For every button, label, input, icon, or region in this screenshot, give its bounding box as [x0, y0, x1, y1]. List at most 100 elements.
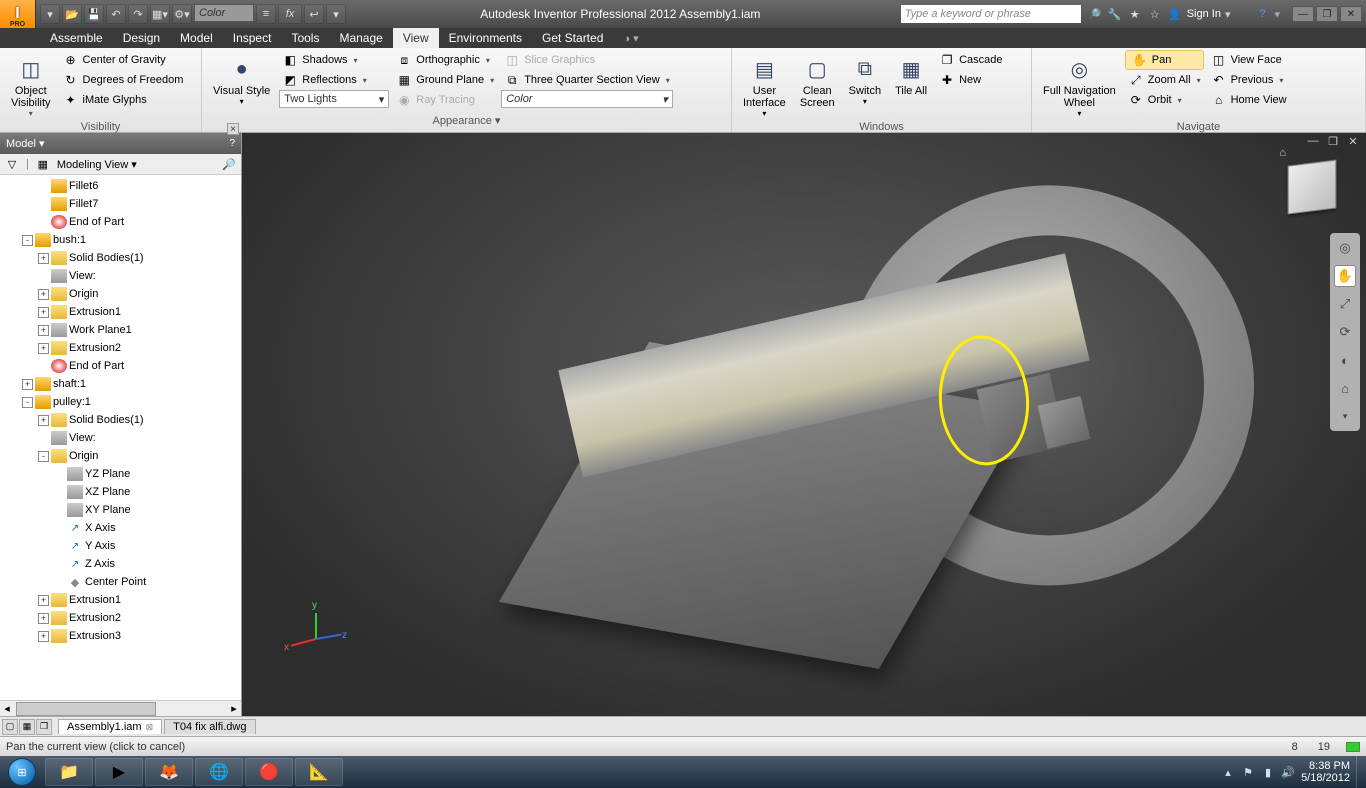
task-inventor[interactable]: 📐 [295, 758, 343, 786]
help-search-input[interactable]: Type a keyword or phrase [901, 5, 1081, 23]
doctab-tool1[interactable]: ▢ [2, 719, 18, 735]
reflections-button[interactable]: ◩Reflections [279, 70, 389, 90]
tree-node[interactable]: ◆Center Point [0, 573, 241, 591]
tree-node[interactable]: +Extrusion3 [0, 627, 241, 645]
tree-expander[interactable]: + [38, 325, 49, 336]
tree-expander[interactable]: + [38, 307, 49, 318]
tree-expander[interactable]: - [22, 235, 33, 246]
tree-expander[interactable]: - [22, 397, 33, 408]
start-button[interactable]: ⊞ [0, 756, 44, 788]
tree-expander[interactable]: + [38, 595, 49, 606]
key-icon[interactable]: 🔧 [1107, 6, 1123, 22]
redo-icon[interactable]: ↷ [128, 4, 148, 24]
clean-screen-button[interactable]: ▢Clean Screen [795, 50, 840, 112]
restore-button[interactable]: ❐ [1316, 6, 1338, 22]
tray-sound-icon[interactable]: 🔊 [1281, 765, 1295, 779]
navbar-lookat-icon[interactable]: ◐ [1334, 349, 1356, 371]
help-dd[interactable]: ▾ [1274, 8, 1280, 21]
object-visibility-button[interactable]: ◫ Object Visibility ▾ [6, 50, 56, 121]
view-representation-icon[interactable]: ▦ [35, 156, 51, 172]
doctab-tool2[interactable]: ▦ [19, 719, 35, 735]
task-app[interactable]: 🔴 [245, 758, 293, 786]
navbar-pan-icon[interactable]: ✋ [1334, 265, 1356, 287]
tab-assemble[interactable]: Assemble [40, 28, 113, 48]
tree-expander[interactable]: + [22, 379, 33, 390]
pan-button[interactable]: ✋Pan [1125, 50, 1204, 70]
tree-node[interactable]: Fillet6 [0, 177, 241, 195]
app-menu-button[interactable]: IPRO [0, 0, 36, 28]
tab-model[interactable]: Model [170, 28, 223, 48]
settings-icon[interactable]: ⚙▾ [172, 4, 192, 24]
signin-dd[interactable]: ▾ [1225, 8, 1231, 21]
tree-node[interactable]: End of Part [0, 357, 241, 375]
tree-expander[interactable]: + [38, 343, 49, 354]
document-tab-inactive[interactable]: T04 fix alfi.dwg [164, 719, 255, 734]
navbar-wheel-icon[interactable]: ◎ [1334, 237, 1356, 259]
tab-manage[interactable]: Manage [329, 28, 392, 48]
shadows-button[interactable]: ◧Shadows [279, 50, 389, 70]
qat-more-icon[interactable]: ▾ [326, 4, 346, 24]
tab-tools[interactable]: Tools [281, 28, 329, 48]
navbar-orbit-icon[interactable]: ⟳ [1334, 321, 1356, 343]
lights-dropdown[interactable]: Two Lights▾ [279, 90, 389, 108]
ground-plane-button[interactable]: ▦Ground Plane [393, 70, 497, 90]
graphics-viewport[interactable]: — ❐ ✕ ⌂ ◎ ✋ ⤢ ⟳ ◐ ⌂ ▾ xyz [242, 133, 1366, 716]
navbar-expand-icon[interactable]: ▾ [1334, 405, 1356, 427]
new-icon[interactable]: ▾ [40, 4, 60, 24]
doctab-tool3[interactable]: ❐ [36, 719, 52, 735]
switch-windows-button[interactable]: ⧉Switch▾ [844, 50, 886, 109]
tab-inspect[interactable]: Inspect [223, 28, 282, 48]
tree-expander[interactable]: + [38, 613, 49, 624]
tree-node[interactable]: XY Plane [0, 501, 241, 519]
view-face-button[interactable]: ◫View Face [1208, 50, 1290, 70]
tree-node[interactable]: +shaft:1 [0, 375, 241, 393]
tree-expander[interactable]: + [38, 415, 49, 426]
minimize-button[interactable]: — [1292, 6, 1314, 22]
open-icon[interactable]: 📂 [62, 4, 82, 24]
tree-node[interactable]: -Origin [0, 447, 241, 465]
tray-flag-icon[interactable]: ⚑ [1241, 765, 1255, 779]
tree-node[interactable]: +Extrusion2 [0, 609, 241, 627]
tree-node[interactable]: +Solid Bodies(1) [0, 249, 241, 267]
task-media[interactable]: ▶ [95, 758, 143, 786]
tree-expander[interactable]: - [38, 451, 49, 462]
tab-view[interactable]: View [393, 28, 439, 48]
binoculars-icon[interactable]: 🔎 [1087, 6, 1103, 22]
tree-node[interactable]: +Origin [0, 285, 241, 303]
viewcube-home-icon[interactable]: ⌂ [1279, 147, 1286, 159]
tree-node[interactable]: +Extrusion2 [0, 339, 241, 357]
modeling-view-dropdown[interactable]: Modeling View ▾ [57, 158, 137, 171]
tree-node[interactable]: +Extrusion1 [0, 303, 241, 321]
navbar-home-icon[interactable]: ⌂ [1334, 377, 1356, 399]
doc-restore-button[interactable]: ❐ [1324, 135, 1342, 149]
section-view-button[interactable]: ⧉Three Quarter Section View [501, 70, 673, 90]
nav-wheel-button[interactable]: ◎Full Navigation Wheel▾ [1038, 50, 1121, 121]
tree-expander[interactable]: + [38, 253, 49, 264]
tray-up-icon[interactable]: ▴ [1221, 765, 1235, 779]
previous-view-button[interactable]: ↶Previous [1208, 70, 1290, 90]
color-override-dropdown[interactable]: Color [194, 4, 254, 22]
filter-icon[interactable]: ▽ [4, 156, 20, 172]
center-of-gravity-button[interactable]: ⊕Center of Gravity [60, 50, 187, 70]
save-icon[interactable]: 💾 [84, 4, 104, 24]
star2-icon[interactable]: ☆ [1147, 6, 1163, 22]
navbar-zoom-icon[interactable]: ⤢ [1334, 293, 1356, 315]
find-icon[interactable]: 🔎 [221, 156, 237, 172]
tree-node[interactable]: View: [0, 429, 241, 447]
tree-node[interactable]: ↗X Axis [0, 519, 241, 537]
tree-node[interactable]: View: [0, 267, 241, 285]
visual-style-button[interactable]: ● Visual Style▾ [208, 50, 275, 109]
signin-link[interactable]: Sign In [1187, 8, 1221, 20]
close-button[interactable]: ✕ [1340, 6, 1362, 22]
tree-node[interactable]: YZ Plane [0, 465, 241, 483]
group-appearance-label[interactable]: Appearance ▾ [208, 114, 725, 130]
orbit-button[interactable]: ⟳Orbit [1125, 90, 1204, 110]
help-icon[interactable]: ? [1254, 6, 1270, 22]
clock[interactable]: 8:38 PM 5/18/2012 [1301, 760, 1350, 784]
panel-close-button[interactable]: × [227, 123, 239, 135]
cascade-button[interactable]: ❐Cascade [936, 50, 1005, 70]
tree-node[interactable]: -bush:1 [0, 231, 241, 249]
tree-expander[interactable]: + [38, 631, 49, 642]
tree-node[interactable]: +Solid Bodies(1) [0, 411, 241, 429]
zoom-button[interactable]: ⤢Zoom All [1125, 70, 1204, 90]
